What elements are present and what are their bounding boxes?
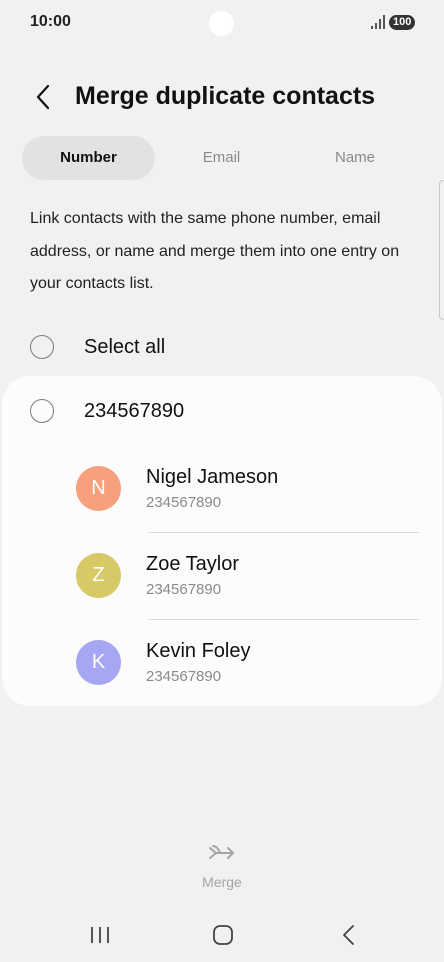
page-title: Merge duplicate contacts	[75, 82, 376, 110]
status-time: 10:00	[30, 13, 71, 30]
description-text: Link contacts with the same phone number…	[30, 210, 400, 292]
tab-email[interactable]: Email	[155, 136, 288, 180]
contact-name: Zoe Taylor	[146, 553, 240, 575]
battery-icon: 100	[389, 15, 416, 30]
contact-row[interactable]: Z Zoe Taylor 234567890	[2, 533, 442, 621]
home-icon[interactable]	[208, 922, 238, 948]
merge-button[interactable]: Merge	[188, 840, 256, 896]
group-radio[interactable]	[30, 399, 54, 423]
avatar: Z	[76, 553, 121, 598]
back-button[interactable]	[28, 82, 58, 112]
contact-name: Nigel Jameson	[146, 466, 279, 488]
back-icon[interactable]	[334, 922, 364, 948]
signal-icon	[371, 15, 385, 29]
contact-number: 234567890	[146, 668, 222, 685]
select-all-label: Select all	[84, 336, 166, 358]
camera-cutout	[209, 11, 234, 36]
avatar: N	[76, 466, 121, 511]
select-all-radio[interactable]	[30, 335, 54, 359]
chevron-left-icon	[36, 84, 50, 110]
contact-number: 234567890	[146, 581, 222, 598]
status-bar: 10:00 100	[0, 0, 444, 46]
screen: 10:00 100 Merge duplicate contacts Numbe…	[0, 0, 444, 962]
contact-name: Kevin Foley	[146, 640, 251, 662]
contact-number: 234567890	[146, 494, 222, 511]
group-header[interactable]: 234567890	[2, 390, 442, 434]
avatar: K	[76, 640, 121, 685]
select-all-row[interactable]: Select all	[0, 326, 444, 370]
recents-icon[interactable]	[85, 922, 115, 948]
scroll-indicator[interactable]	[439, 180, 444, 320]
tab-name[interactable]: Name	[288, 136, 422, 180]
merge-icon	[209, 845, 234, 859]
navigation-bar	[0, 912, 444, 962]
merge-label: Merge	[202, 874, 242, 890]
group-number: 234567890	[84, 400, 185, 422]
contact-row[interactable]: N Nigel Jameson 234567890	[2, 446, 442, 534]
tab-number[interactable]: Number	[22, 136, 155, 180]
tab-bar: Number Email Name	[22, 136, 422, 180]
contact-row[interactable]: K Kevin Foley 234567890	[2, 620, 442, 708]
